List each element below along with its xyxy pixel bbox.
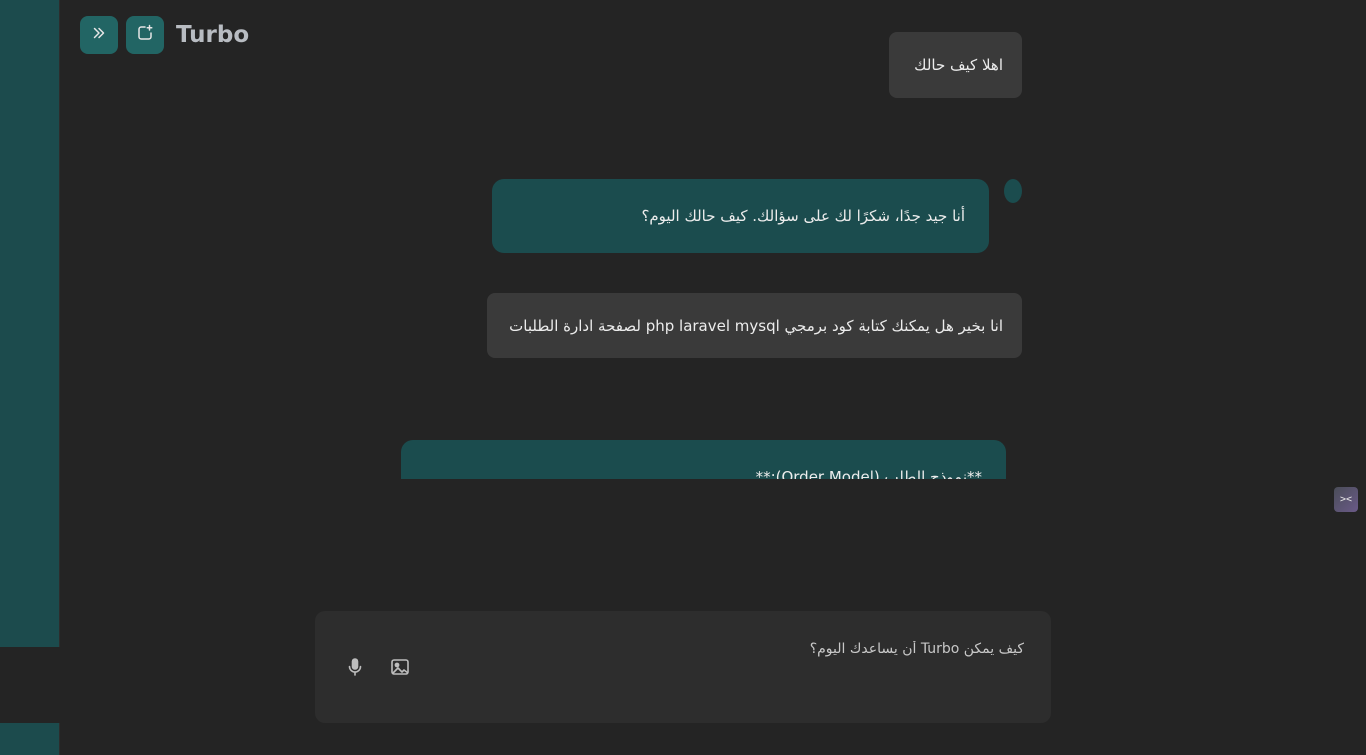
assistant-avatar [1004, 179, 1022, 203]
assistant-message: أنا جيد جدًا، شكرًا لك على سؤالك. كيف حا… [492, 179, 989, 253]
side-panel-toggle[interactable]: >< [1334, 487, 1358, 512]
message-input[interactable] [424, 641, 1024, 657]
chat-log: اهلا كيف حالك أنا جيد جدًا، شكرًا لك على… [0, 0, 1366, 479]
assistant-message: **نموذج الطلب (Order Model):** [401, 440, 1006, 479]
composer [315, 611, 1051, 723]
image-icon[interactable] [390, 657, 410, 677]
sidebar-bottom [0, 723, 60, 755]
user-message: اهلا كيف حالك [889, 32, 1022, 98]
user-message: انا بخير هل يمكنك كتابة كود برمجي php la… [487, 293, 1022, 358]
microphone-icon[interactable] [345, 657, 365, 677]
